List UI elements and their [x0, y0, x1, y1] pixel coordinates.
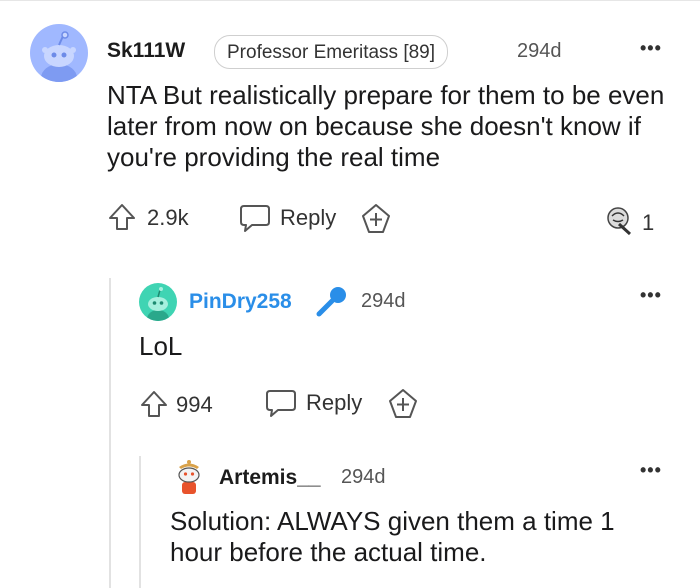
more-options-icon[interactable]: ••• — [640, 460, 662, 481]
reply-bubble-icon — [266, 390, 296, 417]
avatar[interactable] — [170, 458, 208, 496]
more-options-icon[interactable]: ••• — [640, 285, 662, 306]
comment-age: 294d — [361, 290, 406, 312]
thread-line[interactable] — [109, 278, 111, 588]
thread-line[interactable] — [139, 456, 141, 588]
award-add-icon[interactable] — [360, 203, 392, 235]
upvote-button[interactable]: 2.9k — [107, 201, 197, 233]
avatar[interactable] — [139, 283, 177, 321]
reply-button[interactable]: Reply — [238, 203, 338, 235]
upvote-arrow-icon — [141, 391, 167, 417]
reply-button[interactable]: Reply — [264, 388, 364, 420]
snoo-avatar-icon — [41, 31, 77, 82]
comment-body: Solution: ALWAYS given them a time 1 hou… — [170, 506, 615, 567]
username[interactable]: Artemis__ — [219, 466, 321, 490]
username[interactable]: Sk111W — [107, 39, 185, 63]
comment-age: 294d — [517, 40, 562, 62]
user-flair: Professor Emeritass [89] — [214, 35, 449, 69]
reply-label: Reply — [280, 205, 337, 230]
vote-count: 2.9k — [147, 205, 189, 230]
upvote-arrow-icon — [109, 204, 135, 230]
comment-body: NTA But realistically prepare for them t… — [107, 80, 665, 172]
comment-age: 294d — [341, 466, 386, 488]
username[interactable]: PinDry258 — [189, 290, 292, 314]
upvote-button[interactable]: 994 — [139, 388, 224, 420]
more-options-icon[interactable]: ••• — [640, 38, 662, 59]
top-divider — [0, 0, 700, 1]
avatar[interactable] — [30, 24, 88, 82]
snoo-avatar-icon — [147, 287, 169, 321]
snoo-avatar-icon — [178, 460, 200, 494]
reply-bubble-icon — [240, 205, 270, 232]
vote-count: 994 — [176, 392, 213, 417]
comment-body: LoL — [139, 331, 183, 361]
award-add-icon[interactable] — [387, 388, 419, 420]
microphone-icon — [316, 287, 346, 317]
reply-label: Reply — [306, 390, 363, 415]
award-count: 1 — [642, 210, 655, 235]
award-icon — [607, 207, 632, 236]
award-badge[interactable]: 1 — [605, 206, 665, 236]
